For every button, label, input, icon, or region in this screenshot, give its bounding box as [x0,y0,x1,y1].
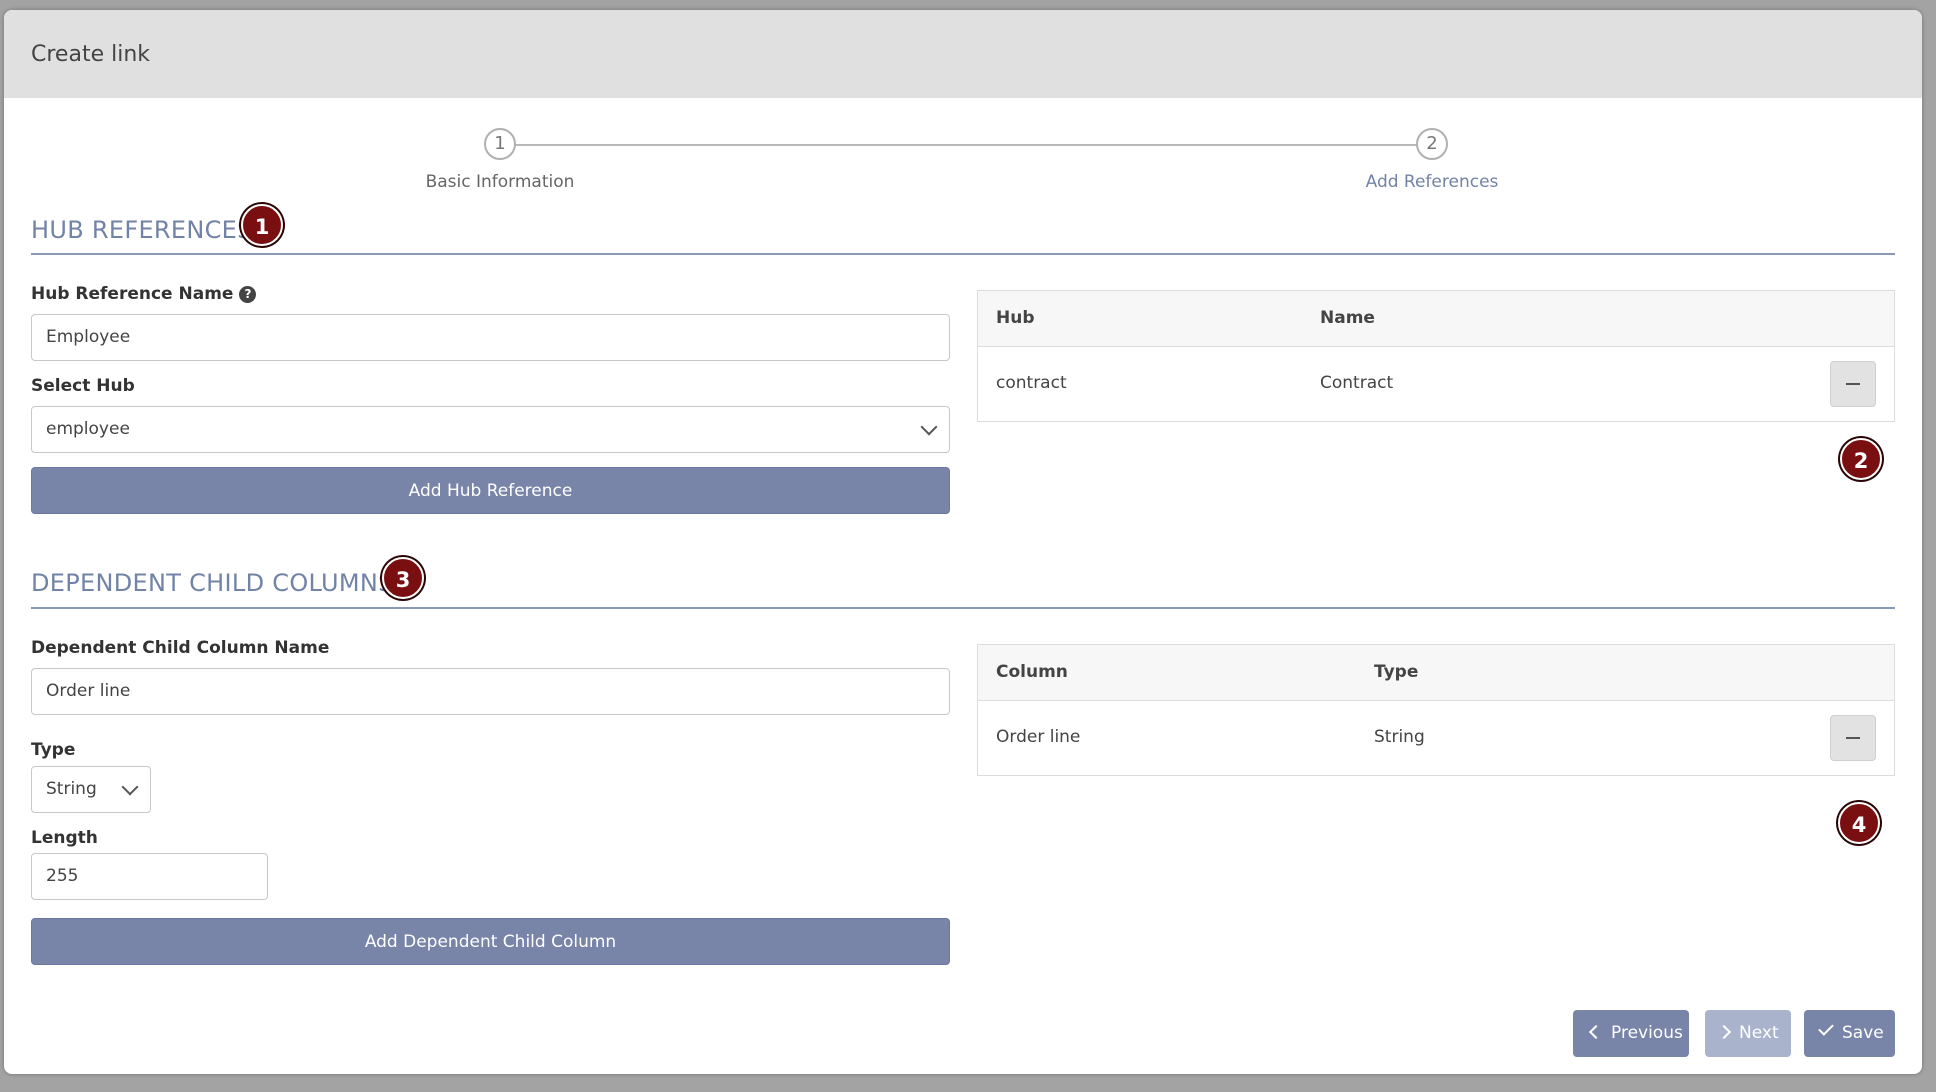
dialog-header: Create link [4,10,1922,98]
cell-hub: contract [996,373,1067,393]
callout-marker-4: 4 [1838,802,1880,844]
type-dropdown[interactable]: String [31,766,151,813]
table-header: Column Type [978,645,1894,701]
dependent-child-columns-title: DEPENDENT CHILD COLUMNS [31,569,394,597]
length-input[interactable]: 255 [31,853,268,900]
minus-icon [1846,383,1860,385]
column-header-hub: Hub [996,308,1035,328]
hub-references-divider [31,253,1895,255]
length-label: Length [31,828,98,848]
step-2-circle[interactable]: 2 [1416,128,1448,160]
table-row: Order line String [978,701,1894,775]
hub-reference-name-input[interactable]: Employee [31,314,950,361]
step-1-circle[interactable]: 1 [484,128,516,160]
chevron-left-icon [1588,1024,1604,1040]
hub-reference-name-label-text: Hub Reference Name [31,284,234,304]
hub-references-title: HUB REFERENCES [31,216,253,244]
column-header-name: Name [1320,308,1375,328]
dependent-child-columns-table: Column Type Order line String [977,644,1895,776]
remove-dependent-child-column-button[interactable] [1830,715,1876,761]
minus-icon [1846,737,1860,739]
dependent-child-column-name-label: Dependent Child Column Name [31,638,330,658]
chevron-right-icon [1716,1024,1732,1040]
type-label: Type [31,740,76,760]
save-button[interactable]: Save [1804,1010,1895,1057]
chevron-down-icon [121,778,139,796]
select-hub-dropdown[interactable]: employee [31,406,950,453]
table-header: Hub Name [978,291,1894,347]
add-dependent-child-column-button[interactable]: Add Dependent Child Column [31,918,950,965]
select-hub-label: Select Hub [31,376,135,396]
help-icon[interactable]: ? [239,286,257,303]
dialog-title: Create link [31,42,151,67]
stepper-line [500,144,1436,146]
save-label: Save [1842,1023,1884,1043]
select-hub-value: employee [46,419,130,439]
column-header-type: Type [1374,662,1419,682]
dependent-child-column-name-input[interactable]: Order line [31,668,950,715]
callout-marker-1: 1 [241,204,283,246]
type-value: String [46,779,97,799]
create-link-dialog: Create link 1 2 Basic Information Add Re… [4,10,1922,1074]
next-button[interactable]: Next [1705,1010,1791,1057]
callout-marker-2: 2 [1840,438,1882,480]
table-row: contract Contract [978,347,1894,421]
hub-references-table: Hub Name contract Contract [977,290,1895,422]
check-icon [1818,1020,1834,1036]
callout-marker-3: 3 [382,557,424,599]
cell-type: String [1374,727,1425,747]
remove-hub-reference-button[interactable] [1830,361,1876,407]
cell-column: Order line [996,727,1081,747]
next-label: Next [1739,1023,1779,1043]
hub-reference-name-label: Hub Reference Name? [31,284,257,304]
step-2-label[interactable]: Add References [1366,172,1499,192]
dependent-child-columns-divider [31,607,1895,609]
cell-name: Contract [1320,373,1394,393]
chevron-down-icon [920,418,938,436]
column-header-column: Column [996,662,1068,682]
step-1-label[interactable]: Basic Information [426,172,575,192]
previous-button[interactable]: Previous [1573,1010,1689,1057]
previous-label: Previous [1611,1023,1683,1043]
add-hub-reference-button[interactable]: Add Hub Reference [31,467,950,514]
